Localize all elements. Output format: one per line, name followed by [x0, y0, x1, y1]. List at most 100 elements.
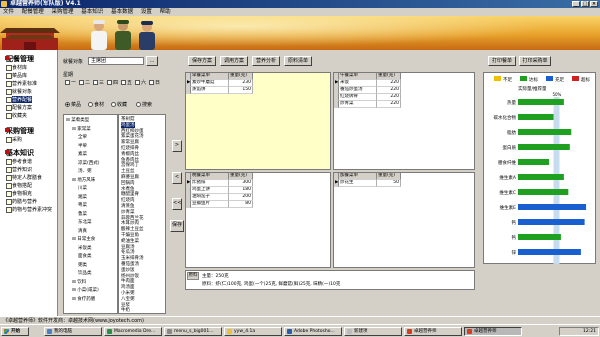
sidebar-item-nutrient-standard[interactable]: 营养素标准 — [5, 80, 37, 87]
diner-browse-button[interactable]: ... — [146, 56, 158, 66]
close-button[interactable]: × — [590, 1, 598, 7]
menu-settings[interactable]: 设置 — [138, 8, 155, 16]
nutrition-analysis-button[interactable]: 营养分析 — [252, 56, 280, 66]
filter-radio-dishes[interactable]: 菜品 — [65, 101, 81, 108]
sidebar-item-meal-planning[interactable]: 营养配餐 — [5, 96, 33, 103]
sidebar-item-food-conflict[interactable]: 食物相克 — [5, 190, 32, 197]
day-checkbox-tue[interactable]: 二 — [79, 79, 90, 86]
dish-category-tree[interactable]: ⊟ 菜肴类型 ⊟ 家常菜全荤半荤素菜凉菜(西式) 汤、粥 ⊟ 地方风味 川菜湘菜粤菜鲁菜… — [63, 114, 118, 314]
sidebar-item-ingredients[interactable]: 食材库 — [5, 64, 27, 71]
day-checkbox-sat[interactable]: 六 — [135, 79, 146, 86]
taskbar-item-photoshop[interactable]: Adobe Photosho... — [284, 327, 342, 336]
day-checkbox-wed[interactable]: 三 — [93, 79, 104, 86]
meal-qty-cell[interactable]: 200 — [229, 194, 253, 201]
tree-node[interactable]: 饮品类 — [78, 270, 92, 276]
remove-all-button[interactable]: << — [172, 198, 182, 210]
diner-field[interactable]: 主席团 — [88, 57, 144, 65]
meal-qty-cell[interactable]: 220 — [377, 87, 401, 94]
meal-dish-cell[interactable]: 炒花生 — [339, 180, 377, 187]
sidebar-item-medicinal-diet[interactable]: 药膳与营养 — [5, 198, 37, 205]
sidebar-item-dishes[interactable]: 菜品库 — [5, 72, 27, 79]
remove-dish-button[interactable]: < — [172, 172, 182, 184]
tree-node[interactable]: ⊟ 小菜(咸菜) — [72, 287, 99, 293]
day-checkbox-mon[interactable]: 一 — [65, 79, 76, 86]
tree-node[interactable]: 鲁菜 — [78, 211, 87, 217]
add-dish-button[interactable]: > — [172, 140, 182, 152]
taskbar-item-image[interactable]: menu_s_big001... — [164, 327, 222, 336]
tree-node[interactable]: ⊟ 家常菜 — [72, 126, 91, 132]
meal-qty-cell[interactable]: 50 — [377, 180, 401, 187]
sidebar-item-nutrition-knowledge[interactable]: 营养知识 — [5, 166, 32, 173]
sidebar-section-purchase[interactable]: 采购管理 — [5, 126, 34, 136]
ingredient-list-button[interactable]: 原料清单 — [284, 56, 312, 66]
start-button[interactable]: 开始 — [1, 327, 29, 336]
tree-node[interactable]: ⊟ 饮料 — [72, 279, 86, 285]
sidebar-section-meal-planning[interactable]: 配餐管理 — [5, 54, 34, 64]
meal-dish-cell[interactable]: 油焖茄子 — [191, 194, 229, 201]
tree-node[interactable]: 湘菜 — [78, 194, 87, 200]
meal-qty-cell[interactable]: 220 — [377, 94, 401, 101]
sidebar-item-meal-plans[interactable]: 配餐方案 — [5, 104, 32, 111]
meal-qty-cell[interactable]: 180 — [229, 187, 253, 194]
tree-node[interactable]: 川菜 — [78, 185, 87, 191]
meal-dish-cell[interactable]: 炒青菜 — [339, 101, 377, 108]
menu-meal-planning[interactable]: 配餐管理 — [19, 8, 47, 16]
tree-node[interactable]: 全荤 — [78, 134, 87, 140]
save-plan-button[interactable]: 保存方案 — [188, 56, 216, 66]
sidebar-item-food-pairing[interactable]: 食物搭配 — [5, 182, 32, 189]
sidebar-item-special-diet[interactable]: 特定人群膳食 — [5, 174, 42, 181]
tree-node[interactable]: 汤、粥 — [78, 168, 92, 174]
dish-list[interactable]: 茶树菇 鸡蛋汤 西红柿炒蛋 紫菜蛋花汤 家常豆腐 红烧排骨 青椒肉丝 鱼香肉丝 宫保鸡丁 土豆丝麻… — [118, 114, 166, 314]
tree-node[interactable]: 粤菜 — [78, 202, 87, 208]
tree-node[interactable]: 清真 — [78, 228, 87, 234]
sidebar-item-purchase[interactable]: 采购 — [5, 136, 22, 143]
tree-node[interactable]: 凉菜(西式) — [78, 160, 100, 166]
day-checkbox-fri[interactable]: 五 — [121, 79, 132, 86]
sidebar-item-reference-recipes[interactable]: 参考食谱 — [5, 158, 32, 165]
menu-purchase[interactable]: 采购管理 — [49, 8, 77, 16]
menu-base-data[interactable]: 基本数据 — [108, 8, 136, 16]
maximize-button[interactable]: □ — [581, 1, 589, 7]
lunch-grid[interactable]: 午餐菜单 重量(克) ▶ 米饭 220 番茄炒蛋汤 220 红烧牌骨 220 炒青菜 220 — [333, 72, 475, 170]
day-checkbox-thu[interactable]: 四 — [107, 79, 118, 86]
meal-dish-cell[interactable]: 蒸馅饼 — [191, 87, 229, 94]
tree-node[interactable]: ⊟ 日常主食 — [72, 236, 95, 242]
print-menu-button[interactable]: 打印餐单 — [488, 56, 516, 66]
breakfast-grid[interactable]: 早餐菜单 重量(克) ▶ 素炒牛蘑菇 230 蒸馅饼 150 — [185, 72, 331, 170]
taskbar-item-app-1[interactable]: 卓越营养师 — [404, 327, 462, 336]
tree-node[interactable]: 米饭类 — [78, 245, 92, 251]
meal-dish-cell[interactable]: 番茄炒蛋汤 — [339, 87, 377, 94]
day-checkbox-sun[interactable]: 日 — [149, 79, 160, 86]
sidebar-section-knowledge[interactable]: 基本知识 — [5, 148, 34, 158]
meal-qty-cell[interactable]: 220 — [377, 101, 401, 108]
meal-qty-cell[interactable]: 300 — [229, 180, 253, 187]
menu-knowledge[interactable]: 基本知识 — [78, 8, 106, 16]
print-purchase-button[interactable]: 打印采购单 — [519, 56, 551, 66]
dinner-grid[interactable]: 晚餐菜单 重量(克) ▶ 炸猪排 300 鸡蛋上饼 180 油焖茄子 200 豆瓣鱼片 80 — [185, 172, 331, 268]
snack-grid[interactable]: 加餐菜单 重量(克) ▶ 炒花生 50 — [333, 172, 475, 268]
meal-dish-cell[interactable]: 红烧牌骨 — [339, 94, 377, 101]
dish-list-item[interactable]: 牛奶 — [121, 307, 130, 313]
filter-radio-search[interactable]: 搜索 — [136, 101, 152, 108]
tree-node[interactable]: 粥类 — [78, 262, 87, 268]
meal-qty-cell[interactable]: 220 — [377, 80, 401, 87]
tree-node[interactable]: 素菜 — [78, 151, 87, 157]
menu-file[interactable]: 文件 — [0, 8, 17, 16]
meal-dish-cell[interactable]: 豆瓣鱼片 — [191, 201, 229, 208]
tree-node[interactable]: ⊟ 地方风味 — [72, 177, 95, 183]
menu-help[interactable]: 帮助 — [157, 8, 174, 16]
load-plan-button[interactable]: 调用方案 — [220, 56, 248, 66]
sidebar-item-diners[interactable]: 就餐对象 — [5, 88, 32, 95]
meal-dish-cell[interactable]: 炸猪排 — [191, 180, 229, 187]
meal-qty-cell[interactable]: 230 — [229, 80, 253, 87]
meal-dish-cell[interactable]: 素炒牛蘑菇 — [191, 80, 229, 87]
filter-radio-favorites[interactable]: 收藏 — [111, 101, 127, 108]
taskbar-item-my-computer[interactable]: 我的电脑 — [44, 327, 102, 336]
tree-node[interactable]: ⊟ 菜肴类型 — [66, 117, 89, 123]
taskbar-item-app-2[interactable]: 卓越营养师 — [464, 327, 522, 336]
tree-node[interactable]: 东北菜 — [78, 219, 92, 225]
taskbar-item-new[interactable]: 新建项 — [344, 327, 402, 336]
sidebar-item-favorites[interactable]: 收藏夹 — [5, 112, 27, 119]
tree-node[interactable]: 半荤 — [78, 143, 87, 149]
meal-qty-cell[interactable]: 150 — [229, 87, 253, 94]
